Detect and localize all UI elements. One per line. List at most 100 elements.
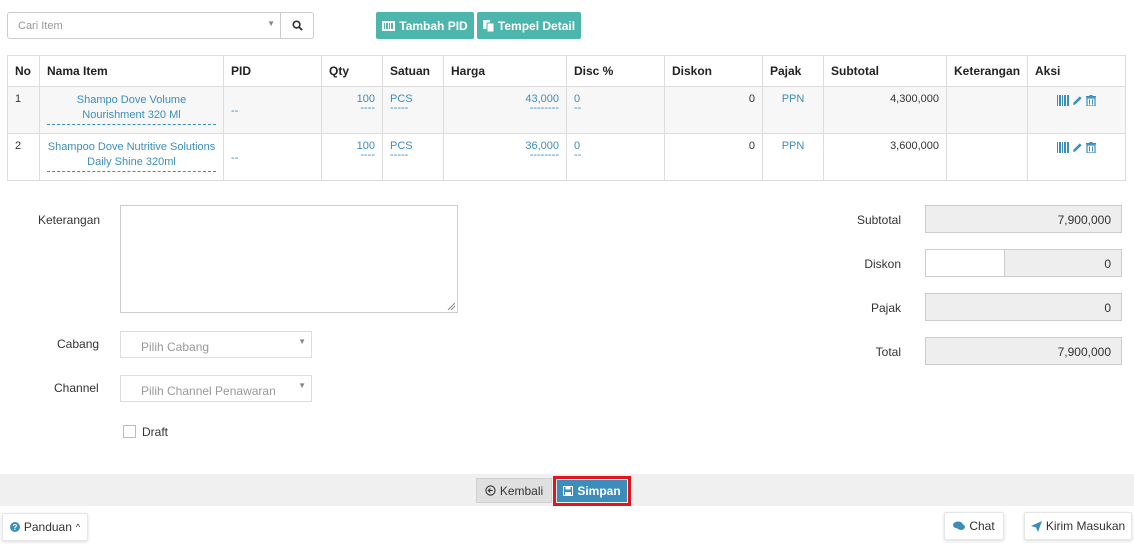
pid-editable[interactable]: -- bbox=[223, 86, 322, 134]
disc-dash: -- bbox=[574, 102, 582, 114]
pid-editable[interactable]: -- bbox=[223, 133, 322, 181]
tempel-detail-label: Tempel Detail bbox=[497, 18, 576, 33]
channel-placeholder: Pilih Channel Penawaran bbox=[141, 384, 276, 398]
diskon-value: 0 bbox=[664, 86, 763, 134]
pajak-editable[interactable]: PPN bbox=[762, 86, 824, 134]
simpan-button[interactable]: Simpan bbox=[557, 480, 627, 502]
diskon-field: 0 bbox=[1004, 249, 1122, 277]
col-header: No bbox=[7, 55, 40, 87]
cabang-select[interactable]: Pilih Cabang ▼ bbox=[120, 331, 312, 358]
col-header: Aksi bbox=[1027, 55, 1126, 87]
pajak-field: 0 bbox=[925, 293, 1122, 321]
item-name-link[interactable]: Shampoo Dove Nutritive Solutions Daily S… bbox=[39, 133, 224, 181]
resize-handle-icon[interactable] bbox=[447, 302, 455, 310]
keterangan-label: Keterangan bbox=[38, 213, 101, 227]
disc-dash: -- bbox=[574, 149, 582, 161]
items-table: No Nama Item PID Qty Satuan Harga Disc %… bbox=[7, 55, 1126, 181]
chat-label: Chat bbox=[969, 519, 995, 533]
diskon-label: Diskon bbox=[864, 257, 901, 271]
item-name-line1: Shampo Dove Volume bbox=[76, 94, 187, 106]
tambah-pid-label: Tambah PID bbox=[399, 18, 468, 33]
barcode-card-icon bbox=[382, 20, 396, 31]
harga-editable[interactable]: 36,000 -------- bbox=[443, 133, 567, 181]
col-header: Keterangan bbox=[946, 55, 1028, 87]
aksi-cell bbox=[1027, 133, 1126, 181]
qty-editable[interactable]: 100 ---- bbox=[321, 133, 383, 181]
edit-pencil-icon[interactable] bbox=[1072, 95, 1083, 106]
search-placeholder: Cari Item bbox=[18, 20, 63, 32]
keterangan-textarea[interactable] bbox=[120, 205, 458, 313]
channel-label: Channel bbox=[54, 381, 99, 395]
table-row: 1 Shampo Dove Volume Nourishment 320 Ml … bbox=[7, 86, 1126, 134]
satuan-editable[interactable]: PCS ----- bbox=[382, 86, 444, 134]
col-header: Qty bbox=[321, 55, 383, 87]
save-floppy-icon bbox=[563, 486, 574, 496]
edit-pencil-icon[interactable] bbox=[1072, 142, 1083, 153]
disc-value: 0 bbox=[574, 140, 581, 152]
caret-down-icon: ▼ bbox=[267, 19, 275, 28]
satuan-editable[interactable]: PCS ----- bbox=[382, 133, 444, 181]
kirim-masukan-button[interactable]: Kirim Masukan bbox=[1024, 512, 1132, 540]
svg-text:?: ? bbox=[12, 523, 17, 532]
subtotal-field: 7,900,000 bbox=[925, 205, 1122, 233]
chevron-up-icon: ^ bbox=[75, 522, 81, 532]
barcode-icon[interactable] bbox=[1057, 95, 1069, 106]
total-field: 7,900,000 bbox=[925, 337, 1122, 365]
harga-dash: -------- bbox=[529, 102, 559, 114]
tempel-detail-button[interactable]: Tempel Detail bbox=[477, 12, 581, 39]
caret-down-icon: ▼ bbox=[298, 337, 306, 346]
qty-dash: ---- bbox=[360, 149, 375, 161]
qty-editable[interactable]: 100 ---- bbox=[321, 86, 383, 134]
draft-checkbox[interactable] bbox=[123, 425, 136, 438]
kembali-label: Kembali bbox=[499, 483, 544, 498]
paste-icon bbox=[482, 19, 494, 32]
trash-icon[interactable] bbox=[1086, 95, 1096, 106]
caret-down-icon: ▼ bbox=[298, 381, 306, 390]
panduan-button[interactable]: ? Panduan ^ bbox=[2, 513, 88, 541]
trash-icon[interactable] bbox=[1086, 142, 1096, 153]
total-label: Total bbox=[875, 345, 901, 359]
paper-plane-icon bbox=[1030, 520, 1042, 532]
harga-dash: -------- bbox=[529, 149, 559, 161]
subtotal-value: 3,600,000 bbox=[823, 133, 947, 181]
cabang-label: Cabang bbox=[57, 337, 100, 351]
barcode-icon[interactable] bbox=[1057, 142, 1069, 153]
keterangan-value bbox=[946, 86, 1028, 134]
item-name-line1: Shampoo Dove Nutritive Solutions bbox=[47, 141, 216, 153]
table-row: 2 Shampoo Dove Nutritive Solutions Daily… bbox=[7, 133, 1126, 181]
panduan-label: Panduan bbox=[23, 520, 72, 534]
subtotal-label: Subtotal bbox=[856, 213, 901, 227]
harga-editable[interactable]: 43,000 -------- bbox=[443, 86, 567, 134]
col-header: Pajak bbox=[762, 55, 824, 87]
question-circle-icon: ? bbox=[9, 522, 20, 532]
col-header: Subtotal bbox=[823, 55, 947, 87]
item-name-line2: Daily Shine 320ml bbox=[47, 155, 216, 172]
pajak-label: Pajak bbox=[870, 301, 901, 315]
cabang-placeholder: Pilih Cabang bbox=[141, 340, 210, 354]
diskon-value: 0 bbox=[664, 133, 763, 181]
disc-editable[interactable]: 0 -- bbox=[566, 133, 665, 181]
table-header-row: No Nama Item PID Qty Satuan Harga Disc %… bbox=[7, 55, 1126, 87]
search-button[interactable] bbox=[280, 12, 314, 39]
draft-label: Draft bbox=[142, 425, 169, 439]
item-search-select[interactable]: Cari Item ▼ bbox=[7, 12, 281, 39]
col-header: PID bbox=[223, 55, 322, 87]
search-icon bbox=[291, 20, 303, 31]
channel-select[interactable]: Pilih Channel Penawaran ▼ bbox=[120, 375, 312, 402]
pajak-editable[interactable]: PPN bbox=[762, 133, 824, 181]
chat-bubble-icon bbox=[953, 521, 966, 530]
col-header: Disc % bbox=[566, 55, 665, 87]
chat-button[interactable]: Chat bbox=[944, 512, 1004, 540]
arrow-left-circle-icon bbox=[485, 485, 496, 496]
simpan-label: Simpan bbox=[577, 484, 621, 498]
diskon-input[interactable] bbox=[925, 249, 1005, 277]
col-header: Harga bbox=[443, 55, 567, 87]
item-name-line2: Nourishment 320 Ml bbox=[47, 108, 216, 125]
simpan-highlight: Simpan bbox=[553, 476, 631, 506]
kembali-button[interactable]: Kembali bbox=[476, 478, 552, 503]
row-no: 1 bbox=[7, 86, 40, 134]
col-header: Diskon bbox=[664, 55, 763, 87]
tambah-pid-button[interactable]: Tambah PID bbox=[376, 12, 474, 39]
disc-editable[interactable]: 0 -- bbox=[566, 86, 665, 134]
item-name-link[interactable]: Shampo Dove Volume Nourishment 320 Ml bbox=[39, 86, 224, 134]
